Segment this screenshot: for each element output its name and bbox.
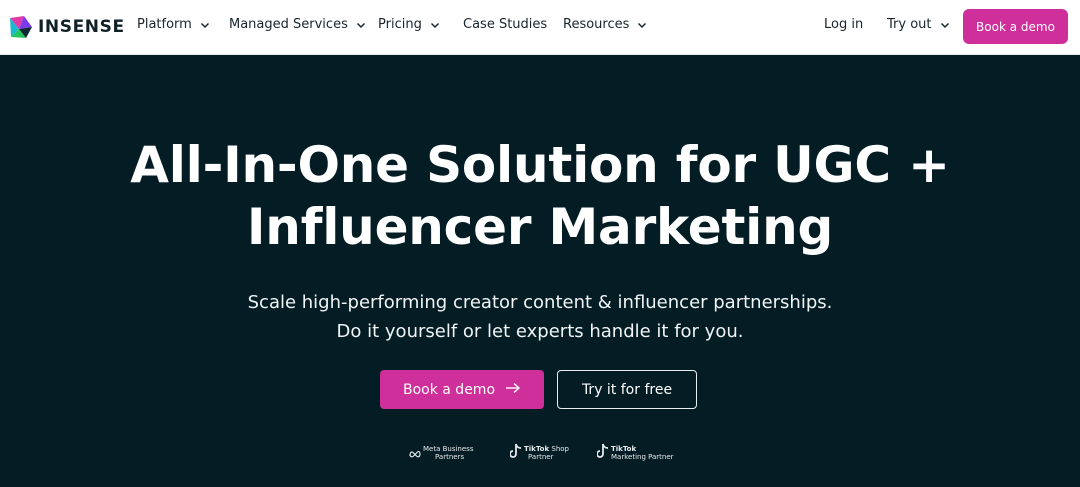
chevron-down-icon bbox=[940, 20, 950, 30]
book-demo-button-header[interactable]: Book a demo bbox=[963, 9, 1068, 44]
tiktok-marketing-line-2: Marketing Partner bbox=[611, 453, 674, 461]
nav-item-managed-services[interactable]: Managed Services bbox=[229, 17, 366, 32]
tiktok-shop-label: Shop bbox=[551, 445, 569, 453]
try-out-label: Try out bbox=[887, 17, 932, 32]
login-label: Log in bbox=[824, 17, 864, 32]
nav-item-label: Case Studies bbox=[463, 17, 548, 32]
nav-item-label: Platform bbox=[137, 17, 192, 32]
try-free-button[interactable]: Try it for free bbox=[557, 370, 697, 409]
insense-logo[interactable]: INSENSE bbox=[8, 13, 125, 41]
nav-item-pricing[interactable]: Pricing bbox=[378, 17, 440, 32]
tiktok-icon bbox=[509, 443, 522, 463]
nav-item-case-studies[interactable]: Case Studies bbox=[463, 17, 547, 32]
hero-subtitle: Scale high-performing creator content & … bbox=[0, 288, 1080, 346]
nav-item-label: Managed Services bbox=[229, 17, 348, 32]
nav-item-resources[interactable]: Resources bbox=[563, 17, 647, 32]
top-navigation-bar: INSENSE Platform Managed Services Pricin… bbox=[0, 0, 1080, 55]
insense-logo-icon bbox=[8, 15, 34, 39]
book-demo-label: Book a demo bbox=[402, 381, 496, 398]
tiktok-shop-line-2: Partner bbox=[528, 453, 554, 461]
meta-business-partner-badge: Meta Business Partners bbox=[409, 443, 473, 462]
hero-subtitle-line-1: Scale high-performing creator content & … bbox=[247, 292, 833, 313]
book-demo-button[interactable]: Book a demo bbox=[380, 370, 544, 409]
nav-item-label: Resources bbox=[563, 17, 630, 32]
tiktok-icon bbox=[596, 443, 609, 463]
hero-title-line-2: Influencer Marketing bbox=[246, 198, 834, 256]
tiktok-marketing-brand: TikTok bbox=[611, 445, 637, 453]
nav-item-label: Pricing bbox=[378, 17, 422, 32]
hero-title-line-1: All-In-One Solution for UGC + bbox=[130, 136, 950, 194]
arrow-right-icon bbox=[505, 382, 521, 398]
chevron-down-icon bbox=[356, 20, 366, 30]
try-out-dropdown[interactable]: Try out bbox=[887, 17, 950, 32]
chevron-down-icon bbox=[637, 20, 647, 30]
nav-item-platform[interactable]: Platform bbox=[137, 17, 210, 32]
brand-name: INSENSE bbox=[38, 17, 125, 37]
chevron-down-icon bbox=[200, 20, 210, 30]
meta-partner-line-2: Partners bbox=[435, 452, 465, 461]
meta-icon bbox=[409, 443, 421, 462]
tiktok-marketing-partner-badge: TikTok Marketing Partner bbox=[596, 443, 674, 463]
try-free-label: Try it for free bbox=[581, 381, 673, 398]
tiktok-shop-partner-badge: TikTok Shop Partner bbox=[509, 443, 569, 463]
hero-subtitle-line-2: Do it yourself or let experts handle it … bbox=[336, 321, 744, 342]
meta-partner-line-1: Meta Business bbox=[423, 444, 474, 453]
login-link[interactable]: Log in bbox=[824, 17, 863, 32]
tiktok-shop-brand: TikTok bbox=[524, 445, 550, 453]
hero-title: All-In-One Solution for UGC + Influencer… bbox=[0, 134, 1080, 258]
chevron-down-icon bbox=[430, 20, 440, 30]
